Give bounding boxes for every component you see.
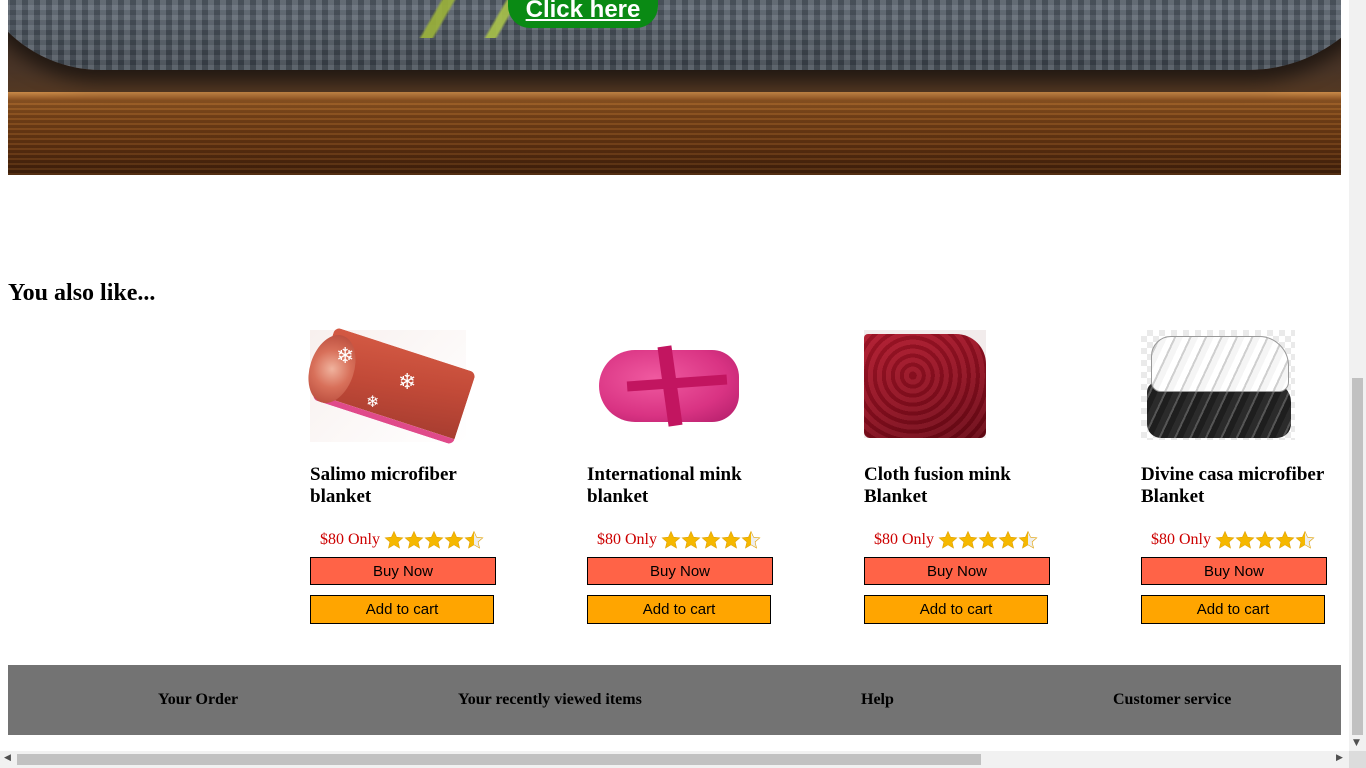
product-image[interactable]: ❄ ❄ ❄: [300, 326, 510, 446]
buy-now-button[interactable]: Buy Now: [587, 557, 773, 585]
scroll-down-arrow-icon[interactable]: ▼: [1353, 738, 1360, 748]
wood-shelf-image: [8, 92, 1341, 175]
add-to-cart-button[interactable]: Add to cart: [587, 595, 771, 624]
star-icon: [998, 530, 1018, 549]
star-icon: [661, 530, 681, 549]
product-name[interactable]: International mink blanket: [587, 464, 787, 508]
scroll-right-arrow-icon[interactable]: ▶: [1336, 753, 1343, 763]
star-icon: [404, 530, 424, 549]
star-icon: [464, 530, 484, 549]
price-rating-row: $80 Only: [864, 530, 1038, 550]
product-card: Divine casa microfiber Blanket $80 Only …: [1141, 330, 1341, 624]
star-icon: [444, 530, 464, 549]
star-icon: [1215, 530, 1235, 549]
product-image[interactable]: [1141, 330, 1341, 442]
star-icon: [1255, 530, 1275, 549]
price-rating-row: $80 Only: [1141, 530, 1315, 550]
star-icon: [1235, 530, 1255, 549]
buy-now-button[interactable]: Buy Now: [864, 557, 1050, 585]
star-icon: [384, 530, 404, 549]
product-card: International mink blanket $80 Only Buy …: [587, 330, 787, 624]
footer-link-customer-service[interactable]: Customer service: [1113, 691, 1231, 709]
star-icon: [938, 530, 958, 549]
footer-link-recently-viewed[interactable]: Your recently viewed items: [458, 691, 642, 709]
star-icon: [701, 530, 721, 549]
product-price: $80 Only: [597, 531, 657, 548]
add-to-cart-button[interactable]: Add to cart: [310, 595, 494, 624]
product-card: ❄ ❄ ❄ Salimo microfiber blanket $80 Only…: [300, 326, 510, 624]
horizontal-scrollbar-thumb[interactable]: [17, 754, 981, 765]
product-card: Cloth fusion mink Blanket $80 Only Buy N…: [864, 330, 1064, 624]
star-icon: [1295, 530, 1315, 549]
star-icon: [1018, 530, 1038, 549]
rating-stars-icon: [661, 530, 761, 550]
product-price: $80 Only: [320, 531, 380, 548]
product-name[interactable]: Salimo microfiber blanket: [310, 464, 510, 508]
star-icon: [681, 530, 701, 549]
star-icon: [978, 530, 998, 549]
horizontal-scrollbar[interactable]: ◀ ▶: [0, 751, 1349, 768]
scrollbar-corner: [1349, 751, 1366, 768]
product-price: $80 Only: [874, 531, 934, 548]
add-to-cart-button[interactable]: Add to cart: [864, 595, 1048, 624]
scroll-left-arrow-icon[interactable]: ◀: [4, 753, 11, 763]
page: Click here You also like... ❄ ❄ ❄ Salimo…: [0, 0, 1366, 768]
hero-click-here-button[interactable]: Click here: [508, 0, 658, 28]
star-icon: [1275, 530, 1295, 549]
section-title: You also like...: [8, 280, 156, 306]
hero-banner: [8, 0, 1341, 175]
knit-blanket-image: [8, 0, 1341, 70]
product-name[interactable]: Divine casa microfiber Blanket: [1141, 464, 1341, 508]
product-image[interactable]: [587, 330, 787, 442]
product-price: $80 Only: [1151, 531, 1211, 548]
star-icon: [958, 530, 978, 549]
footer-link-help[interactable]: Help: [861, 691, 894, 709]
footer: Your Order Your recently viewed items He…: [8, 665, 1341, 735]
price-rating-row: $80 Only: [587, 530, 761, 550]
star-icon: [424, 530, 444, 549]
wood-shelf-edge: [8, 92, 1341, 100]
buy-now-button[interactable]: Buy Now: [310, 557, 496, 585]
vertical-scrollbar-thumb[interactable]: [1352, 378, 1363, 735]
star-icon: [741, 530, 761, 549]
rating-stars-icon: [384, 530, 484, 550]
star-icon: [721, 530, 741, 549]
price-rating-row: $80 Only: [310, 530, 484, 550]
product-image[interactable]: [864, 330, 1064, 442]
product-name[interactable]: Cloth fusion mink Blanket: [864, 464, 1064, 508]
rating-stars-icon: [938, 530, 1038, 550]
buy-now-button[interactable]: Buy Now: [1141, 557, 1327, 585]
vertical-scrollbar[interactable]: ▼: [1349, 0, 1366, 751]
add-to-cart-button[interactable]: Add to cart: [1141, 595, 1325, 624]
footer-link-your-order[interactable]: Your Order: [158, 691, 238, 709]
rating-stars-icon: [1215, 530, 1315, 550]
